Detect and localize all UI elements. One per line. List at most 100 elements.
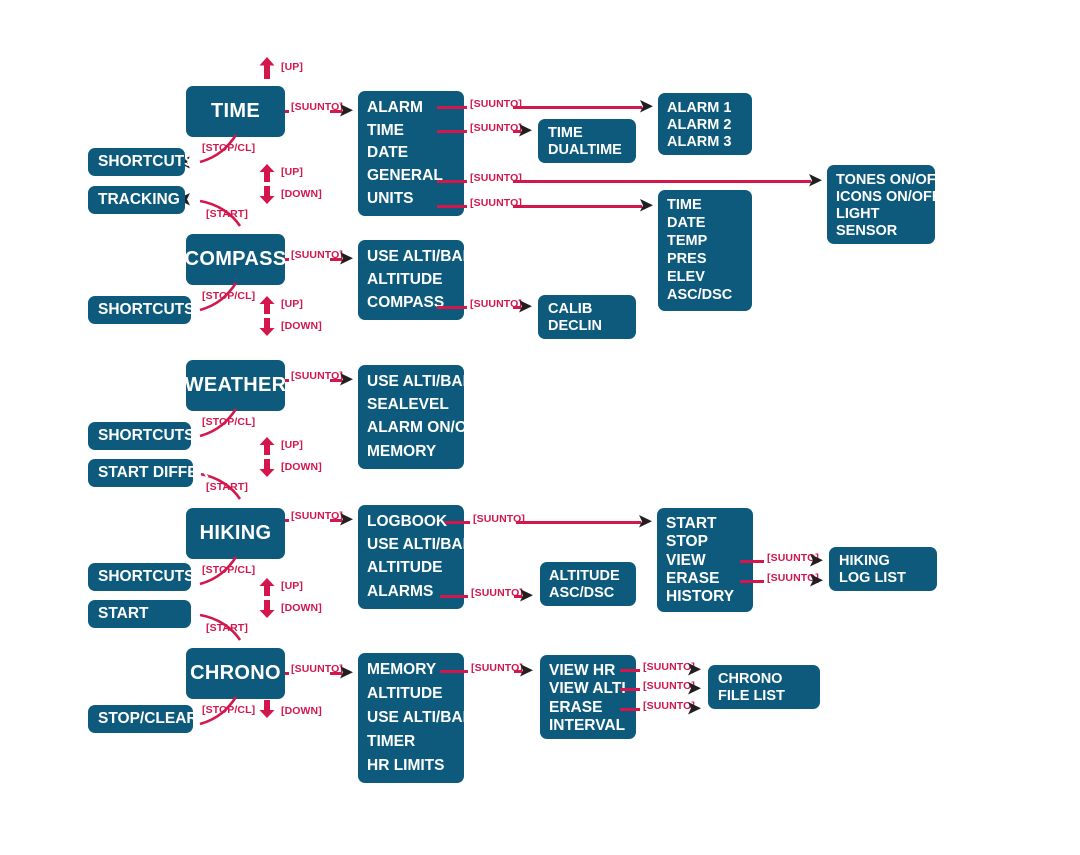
logbook-item-history[interactable]: HISTORY [666, 588, 753, 606]
shortcut-box-start[interactable]: START [88, 600, 191, 628]
list-box-units[interactable]: TIME DATE TEMP PRES ELEV ASC/DSC [658, 190, 752, 311]
list-box-hiking-log-list[interactable]: HIKING LOG LIST [829, 547, 937, 591]
chrono-item-timer[interactable]: TIMER [367, 733, 464, 751]
label-start-tracking: [START] [206, 208, 248, 220]
list-item-alarm-2[interactable]: ALARM 2 [667, 117, 752, 134]
shortcut-box-compass-shortcuts[interactable]: SHORTCUTS [88, 296, 195, 324]
list-item-calib[interactable]: CALIB [548, 301, 636, 318]
hiking-alarms-item-altitude[interactable]: ALTITUDE [549, 568, 636, 585]
connector-logbook-a [445, 521, 470, 524]
connector-alarm-a [437, 106, 467, 109]
connector-view-alti [620, 688, 640, 691]
compass-item-altitude[interactable]: ALTITUDE [367, 271, 464, 289]
connector-hiking-alarms-a [440, 595, 468, 598]
list-item-light[interactable]: LIGHT [836, 206, 935, 223]
list-item-time[interactable]: TIME [548, 125, 636, 142]
compass-item-compass[interactable]: COMPASS [367, 294, 464, 312]
label-down-hiking-chrono: [DOWN] [281, 602, 322, 614]
connector-chrono-memory-a [440, 670, 468, 673]
units-item-elev[interactable]: ELEV [667, 269, 752, 286]
menu-box-weather[interactable]: USE ALTI/BARO SEALEVEL ALARM ON/OFF MEMO… [358, 365, 486, 469]
label-up-compass-weather: [UP] [281, 298, 303, 310]
chrono-item-use-alti-baro[interactable]: USE ALTI/BARO [367, 709, 486, 727]
mode-box-weather[interactable]: WEATHER [184, 360, 287, 411]
list-item-icons[interactable]: ICONS ON/OFF [836, 189, 941, 206]
mode-label-compass: COMPASS [184, 247, 287, 270]
connector-units-a [437, 205, 467, 208]
shortcut-box-start-differ[interactable]: START DIFFER [88, 459, 209, 487]
shortcut-label-time-shortcuts: SHORTCUTS [98, 152, 195, 170]
mode-label-time: TIME [211, 99, 260, 122]
list-box-alarms[interactable]: ALARM 1 ALARM 2 ALARM 3 [658, 93, 752, 155]
hiking-alarms-item-ascdsc[interactable]: ASC/DSC [549, 585, 636, 602]
list-item-alarm-1[interactable]: ALARM 1 [667, 100, 752, 117]
menu-box-time[interactable]: ALARM TIME DATE GENERAL UNITS [358, 91, 464, 216]
weather-item-use-alti-baro[interactable]: USE ALTI/BARO [367, 373, 486, 391]
mode-box-hiking[interactable]: HIKING [186, 508, 285, 559]
chrono-item-hr-limits[interactable]: HR LIMITS [367, 757, 464, 775]
hiking-item-altitude[interactable]: ALTITUDE [367, 559, 464, 577]
list-box-time-dualtime[interactable]: TIME DUALTIME [538, 119, 636, 163]
chrono-file-item-file-list[interactable]: FILE LIST [718, 688, 820, 705]
up-arrow-icon-time-compass [259, 164, 275, 182]
menu-item-date[interactable]: DATE [367, 144, 464, 162]
hiking-log-item-hiking[interactable]: HIKING [839, 553, 937, 570]
list-item-tones[interactable]: TONES ON/OFF [836, 172, 945, 189]
units-item-time[interactable]: TIME [667, 197, 752, 214]
label-start-start: [START] [206, 622, 248, 634]
menu-box-logbook[interactable]: START STOP VIEW ERASE HISTORY [657, 508, 753, 612]
hiking-log-item-log-list[interactable]: LOG LIST [839, 570, 937, 587]
units-item-date[interactable]: DATE [667, 215, 752, 232]
shortcut-box-hiking-shortcuts[interactable]: SHORTCUTS [88, 563, 195, 591]
shortcut-label-start: START [98, 604, 149, 622]
up-arrow-icon-time [259, 57, 275, 79]
shortcut-label-hiking-shortcuts: SHORTCUTS [98, 567, 195, 585]
list-box-hiking-alarms[interactable]: ALTITUDE ASC/DSC [540, 562, 636, 606]
connector-chrono-erase [620, 708, 640, 711]
weather-item-memory[interactable]: MEMORY [367, 443, 464, 461]
mode-box-compass[interactable]: COMPASS [184, 234, 287, 285]
compass-item-use-alti-baro[interactable]: USE ALTI/BARO [367, 248, 486, 266]
menu-diagram: [UP] TIME [SUUNTO] ALARM TIME DATE GENER… [0, 0, 1080, 855]
hiking-item-use-alti-baro[interactable]: USE ALTI/BARO [367, 536, 486, 554]
units-item-pres[interactable]: PRES [667, 251, 752, 268]
list-item-alarm-3[interactable]: ALARM 3 [667, 134, 752, 151]
list-item-declin[interactable]: DECLIN [548, 318, 636, 335]
units-item-ascdsc[interactable]: ASC/DSC [667, 287, 752, 304]
logbook-item-stop[interactable]: STOP [666, 533, 753, 551]
connector-time-sub-a [437, 130, 467, 133]
shortcut-box-stop-clear[interactable]: STOP/CLEAR [88, 705, 198, 733]
shortcut-box-tracking[interactable]: TRACKING [88, 186, 185, 214]
shortcut-label-compass-shortcuts: SHORTCUTS [98, 300, 195, 318]
menu-box-chrono-memory[interactable]: VIEW HR VIEW ALTI ERASE INTERVAL [540, 655, 636, 739]
list-box-general[interactable]: TONES ON/OFF ICONS ON/OFF LIGHT SENSOR [827, 165, 945, 244]
shortcut-label-weather-shortcuts: SHORTCUTS [98, 426, 195, 444]
weather-item-alarm-on-off[interactable]: ALARM ON/OFF [367, 419, 486, 437]
down-arrow-icon-time-compass [259, 186, 275, 204]
label-down-time-compass: [DOWN] [281, 188, 322, 200]
shortcut-box-weather-shortcuts[interactable]: SHORTCUTS [88, 422, 195, 450]
label-stopcl-weather: [STOP/CL] [202, 416, 256, 428]
list-box-calib-declin[interactable]: CALIB DECLIN [538, 295, 636, 339]
connector-erase-a [740, 580, 764, 583]
list-item-dualtime[interactable]: DUALTIME [548, 142, 636, 159]
chrono-item-altitude[interactable]: ALTITUDE [367, 685, 464, 703]
mode-label-weather: WEATHER [184, 373, 287, 396]
logbook-item-start[interactable]: START [666, 515, 753, 533]
down-arrow-icon-weather-hiking [259, 459, 275, 477]
units-item-temp[interactable]: TEMP [667, 233, 752, 250]
shortcut-box-time-shortcuts[interactable]: SHORTCUTS [88, 148, 195, 176]
hiking-item-alarms[interactable]: ALARMS [367, 583, 464, 601]
mode-box-chrono[interactable]: CHRONO [186, 648, 285, 699]
logbook-item-erase[interactable]: ERASE [666, 570, 753, 588]
mode-box-time[interactable]: TIME [186, 86, 285, 137]
list-box-chrono-file-list[interactable]: CHRONO FILE LIST [708, 665, 820, 709]
down-arrow-icon-hiking-chrono [259, 600, 275, 618]
shortcut-label-start-differ: START DIFFER [98, 463, 209, 481]
chrono-memory-item-interval[interactable]: INTERVAL [549, 717, 636, 735]
weather-item-sealevel[interactable]: SEALEVEL [367, 396, 464, 414]
chrono-file-item-chrono[interactable]: CHRONO [718, 671, 820, 688]
connector-compass-sub-a [437, 306, 467, 309]
down-arrow-icon-chrono [259, 700, 275, 718]
list-item-sensor[interactable]: SENSOR [836, 223, 935, 240]
